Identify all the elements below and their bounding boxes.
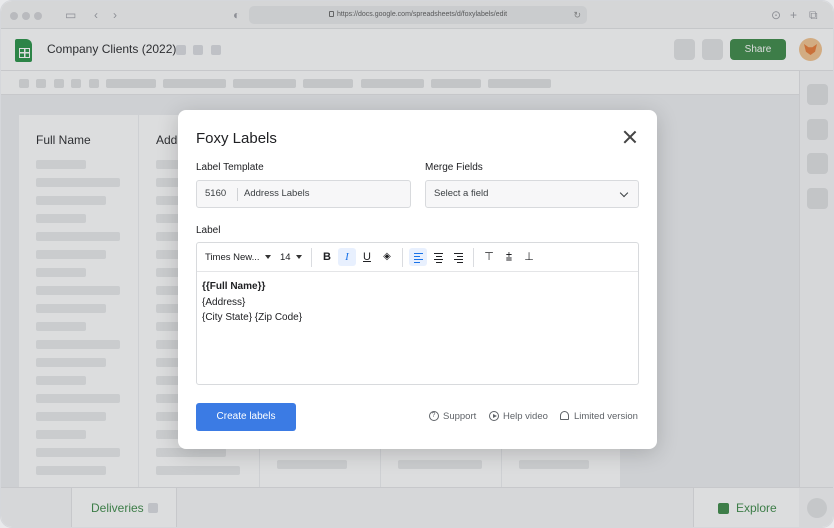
help-video-link[interactable]: Help video	[489, 410, 548, 424]
browser-window: ▭ ‹ › ◐ https://docs.google.com/spreadsh…	[0, 0, 834, 528]
close-icon[interactable]	[623, 130, 637, 144]
align-right-icon[interactable]	[449, 248, 467, 266]
align-middle-icon[interactable]: ⩲	[500, 248, 518, 266]
limited-version-link[interactable]: Limited version	[560, 410, 638, 424]
chevron-down-icon	[619, 188, 629, 198]
create-labels-button[interactable]: Create labels	[196, 403, 296, 431]
editor-line: {City State} {Zip Code}	[202, 312, 303, 323]
label-template-field[interactable]: 5160 Address Labels	[196, 180, 411, 208]
toolbar-divider	[402, 248, 403, 267]
bell-icon	[560, 411, 569, 420]
label-template-label: Label Template	[196, 162, 264, 173]
font-family-select[interactable]: Times New...	[205, 251, 271, 264]
toolbar-divider	[311, 248, 312, 267]
italic-icon[interactable]: I	[338, 248, 356, 266]
editor-line: {Address}	[202, 296, 246, 308]
help-video-label: Help video	[503, 411, 548, 422]
dialog-title: Foxy Labels	[196, 130, 277, 147]
merge-fields-select[interactable]: Select a field	[425, 180, 639, 208]
help-circle-icon	[429, 409, 439, 423]
editor-content[interactable]: {{Full Name}} {Address} {City State} {Zi…	[202, 279, 302, 326]
template-number: 5160	[205, 188, 227, 199]
caret-down-icon	[295, 255, 302, 259]
template-name: Address Labels	[244, 188, 310, 199]
field-divider	[237, 188, 238, 201]
support-link[interactable]: Support	[429, 409, 477, 424]
play-icon	[489, 411, 499, 421]
align-bottom-icon[interactable]: ⊥	[520, 248, 538, 266]
merge-fields-label: Merge Fields	[425, 162, 483, 173]
editor-line: {{Full Name}}	[202, 281, 266, 292]
merge-fields-value: Select a field	[434, 188, 489, 199]
support-label: Support	[443, 411, 477, 422]
underline-icon[interactable]: U	[358, 248, 376, 266]
limited-version-label: Limited version	[574, 411, 638, 422]
align-top-icon[interactable]: ⊤	[480, 248, 498, 266]
toolbar-divider	[473, 248, 474, 267]
font-size-select[interactable]: 14	[280, 251, 302, 264]
label-editor: Times New... 14 B I U ◈ ⊤ ⩲ ⊥ {{Full Nam…	[196, 242, 639, 385]
caret-down-icon	[264, 255, 271, 259]
font-size-value: 14	[280, 252, 291, 263]
bold-icon[interactable]: B	[318, 248, 336, 266]
fill-color-icon[interactable]: ◈	[378, 248, 396, 266]
editor-toolbar: Times New... 14 B I U ◈ ⊤ ⩲ ⊥	[197, 243, 638, 272]
align-left-icon[interactable]	[409, 248, 427, 266]
font-family-value: Times New...	[205, 252, 260, 263]
label-heading: Label	[196, 225, 221, 236]
align-center-icon[interactable]	[429, 248, 447, 266]
foxy-labels-dialog: Foxy Labels Label Template 5160 Address …	[178, 110, 657, 449]
